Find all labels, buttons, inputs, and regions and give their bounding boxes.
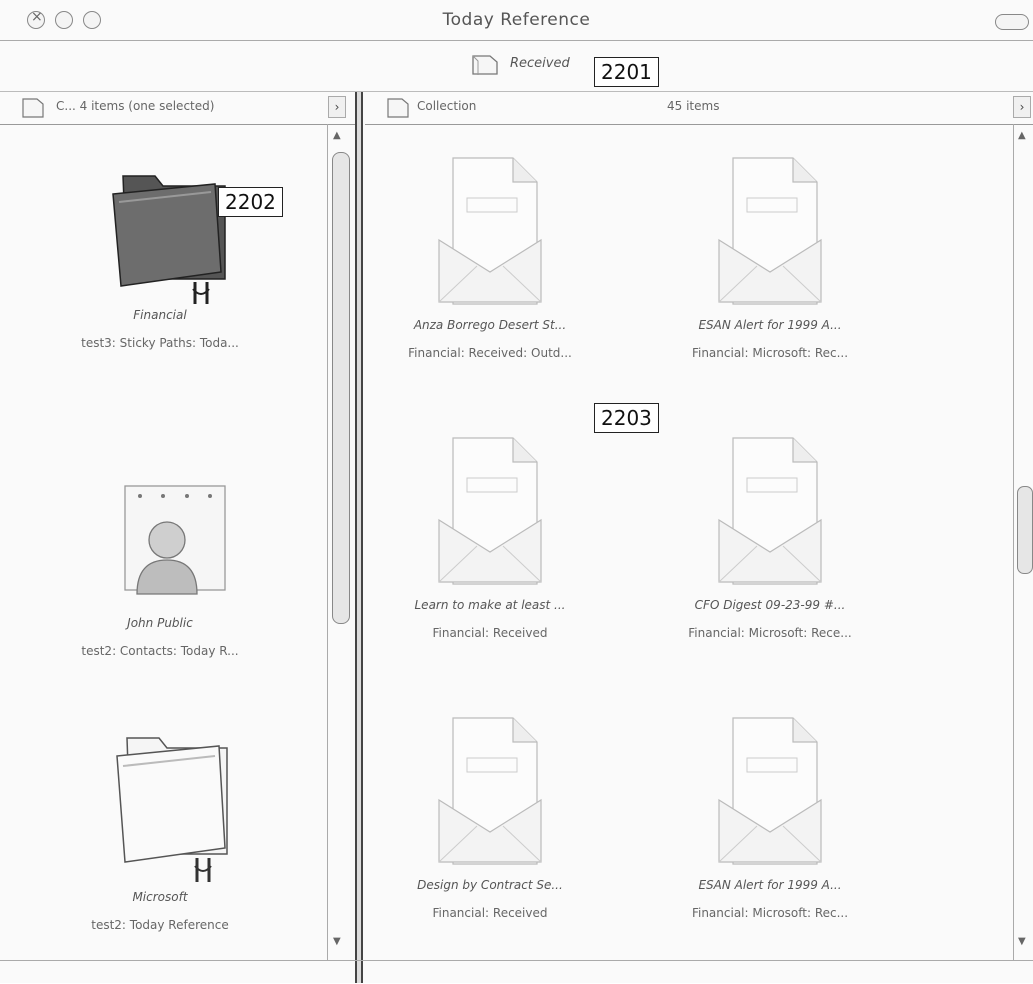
folder-icon bbox=[116, 737, 228, 882]
item-path: Financial: Received bbox=[432, 626, 548, 640]
contact-icon bbox=[124, 485, 226, 595]
email-document-icon bbox=[438, 157, 542, 305]
path-bar: Received 2201 bbox=[0, 41, 1033, 92]
item-name: Learn to make at least ... bbox=[414, 598, 566, 612]
right-column-item-count: 45 items bbox=[667, 99, 720, 113]
list-item[interactable]: CFO Digest 09-23-99 #... Financial: Micr… bbox=[665, 434, 875, 640]
scroll-up-arrow-icon[interactable]: ▲ bbox=[1018, 130, 1026, 141]
item-name: Design by Contract Se... bbox=[417, 878, 563, 892]
email-document-icon bbox=[438, 437, 542, 585]
right-column-scrollbar[interactable]: ▲ ▼ bbox=[1013, 124, 1033, 960]
left-column-expand-button[interactable]: › bbox=[328, 96, 346, 118]
callout-2202: 2202 bbox=[218, 187, 283, 217]
item-path: Financial: Microsoft: Rec... bbox=[691, 906, 849, 920]
window-title: Today Reference bbox=[442, 10, 591, 30]
scroll-up-arrow-icon[interactable]: ▲ bbox=[333, 130, 341, 141]
item-name: CFO Digest 09-23-99 #... bbox=[694, 598, 846, 612]
column-divider[interactable] bbox=[355, 92, 363, 983]
item-name: John Public bbox=[127, 616, 193, 630]
collection-icon bbox=[387, 98, 409, 118]
item-path: Financial: Received: Outd... bbox=[408, 346, 572, 360]
left-column-scrollbar[interactable]: ▲ ▼ bbox=[327, 124, 352, 960]
left-column-pane: Financial test3: Sticky Paths: Toda... J… bbox=[0, 124, 327, 960]
item-path: test2: Today Reference bbox=[91, 918, 229, 932]
right-column-header: Collection 45 items › bbox=[365, 92, 1033, 125]
right-column-header-text: Collection bbox=[417, 99, 477, 113]
right-scroll-thumb[interactable] bbox=[1017, 486, 1033, 574]
scroll-down-arrow-icon[interactable]: ▼ bbox=[333, 936, 341, 947]
left-column-header-text: C... 4 items (one selected) bbox=[56, 99, 215, 113]
item-name: Financial bbox=[133, 308, 187, 322]
right-column-expand-button[interactable]: › bbox=[1013, 96, 1031, 118]
email-document-icon bbox=[718, 717, 822, 865]
left-column-header: C... 4 items (one selected) › bbox=[0, 92, 355, 125]
item-path: Financial: Microsoft: Rece... bbox=[688, 626, 852, 640]
email-document-icon bbox=[438, 717, 542, 865]
list-item[interactable]: Financial test3: Sticky Paths: Toda... bbox=[40, 154, 280, 350]
list-item[interactable]: Anza Borrego Desert St... Financial: Rec… bbox=[385, 154, 595, 360]
title-bar: Today Reference bbox=[0, 0, 1033, 41]
callout-2201: 2201 bbox=[594, 57, 659, 87]
list-item[interactable]: Microsoft test2: Today Reference bbox=[40, 716, 280, 932]
list-item[interactable]: Learn to make at least ... Financial: Re… bbox=[385, 434, 595, 640]
folder-icon bbox=[112, 175, 226, 304]
callout-2203: 2203 bbox=[594, 403, 659, 433]
email-document-icon bbox=[718, 157, 822, 305]
list-item[interactable]: ESAN Alert for 1999 A... Financial: Micr… bbox=[665, 154, 875, 360]
item-name: ESAN Alert for 1999 A... bbox=[698, 878, 842, 892]
list-item[interactable]: Design by Contract Se... Financial: Rece… bbox=[385, 714, 595, 920]
item-name: Microsoft bbox=[132, 890, 188, 904]
bottom-scroll-area[interactable] bbox=[0, 960, 1033, 984]
collection-icon bbox=[22, 98, 44, 118]
item-path: Financial: Received bbox=[432, 906, 548, 920]
item-path: test2: Contacts: Today R... bbox=[81, 644, 239, 658]
right-column-pane: Anza Borrego Desert St... Financial: Rec… bbox=[365, 124, 1013, 960]
item-name: ESAN Alert for 1999 A... bbox=[698, 318, 842, 332]
item-path: Financial: Microsoft: Rec... bbox=[691, 346, 849, 360]
collection-icon[interactable] bbox=[470, 53, 500, 77]
finder-window: Today Reference Received 2201 C... 4 ite… bbox=[0, 0, 1033, 983]
toolbar-toggle-button[interactable] bbox=[995, 14, 1029, 30]
list-item[interactable]: ESAN Alert for 1999 A... Financial: Micr… bbox=[665, 714, 875, 920]
path-label[interactable]: Received bbox=[510, 56, 570, 71]
scroll-down-arrow-icon[interactable]: ▼ bbox=[1018, 936, 1026, 947]
list-item[interactable]: John Public test2: Contacts: Today R... bbox=[40, 482, 280, 658]
email-document-icon bbox=[718, 437, 822, 585]
left-scroll-thumb[interactable] bbox=[332, 152, 350, 624]
item-path: test3: Sticky Paths: Toda... bbox=[81, 336, 239, 350]
item-name: Anza Borrego Desert St... bbox=[413, 318, 567, 332]
